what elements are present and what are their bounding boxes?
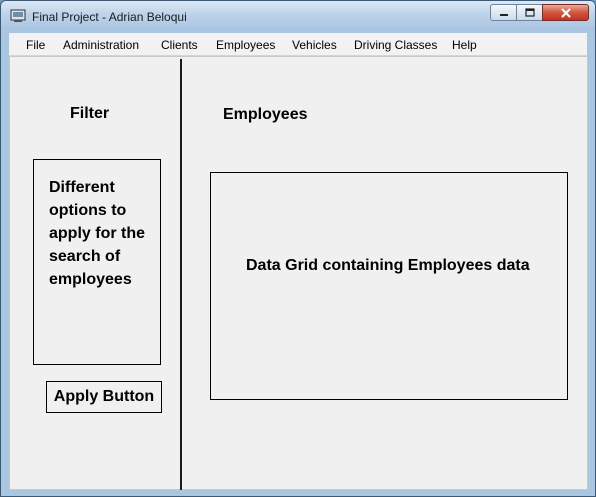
maximize-button[interactable] bbox=[516, 4, 543, 21]
window-title: Final Project - Adrian Beloqui bbox=[32, 10, 187, 24]
panel-divider[interactable] bbox=[180, 59, 182, 490]
window-bottom-border bbox=[1, 490, 595, 496]
filter-header: Filter bbox=[70, 105, 110, 122]
maximize-icon bbox=[524, 8, 535, 17]
minimize-icon bbox=[499, 13, 508, 16]
minimize-button[interactable] bbox=[490, 4, 517, 21]
title-bar[interactable]: Final Project - Adrian Beloqui bbox=[1, 1, 595, 31]
menu-vehicles[interactable]: Vehicles bbox=[292, 38, 337, 52]
main-window: Final Project - Adrian Beloqui File Admi… bbox=[0, 0, 596, 497]
close-button[interactable] bbox=[542, 4, 589, 21]
apply-button[interactable]: Apply Button bbox=[46, 381, 162, 413]
menu-employees[interactable]: Employees bbox=[216, 38, 275, 52]
data-grid-text: Data Grid containing Employees data bbox=[246, 257, 530, 274]
menu-bar: File Administration Clients Employees Ve… bbox=[9, 33, 587, 56]
app-icon bbox=[10, 9, 26, 22]
employees-data-grid[interactable] bbox=[210, 172, 568, 400]
menu-help[interactable]: Help bbox=[452, 38, 477, 52]
menu-administration[interactable]: Administration bbox=[63, 38, 139, 52]
employees-header: Employees bbox=[223, 106, 308, 123]
menu-driving-classes[interactable]: Driving Classes bbox=[354, 38, 437, 52]
filter-options-text: Different options to apply for the searc… bbox=[49, 179, 146, 288]
menu-clients[interactable]: Clients bbox=[161, 38, 198, 52]
close-icon bbox=[560, 7, 571, 18]
menu-file[interactable]: File bbox=[26, 38, 45, 52]
